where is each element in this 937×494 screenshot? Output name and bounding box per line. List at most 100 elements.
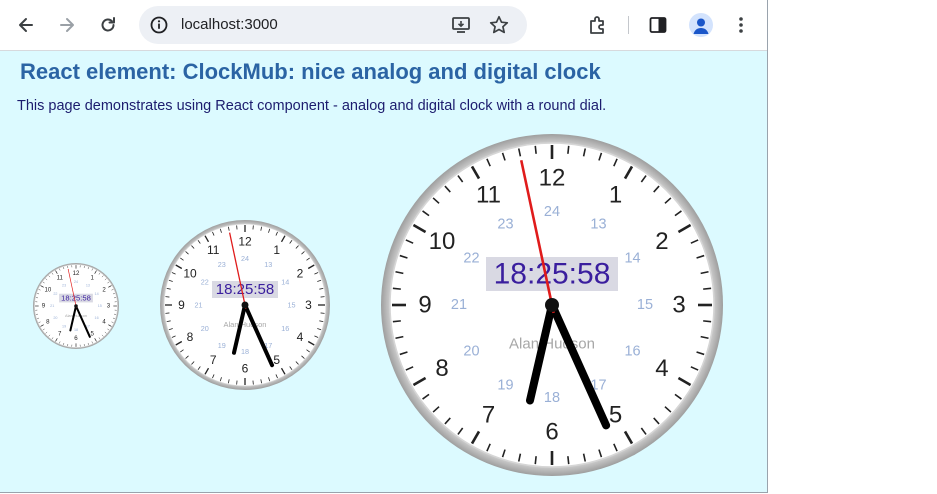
avatar[interactable]	[689, 13, 713, 37]
hour24-number: 14	[281, 277, 289, 286]
hour24-number: 21	[451, 297, 467, 313]
page-description: This page demonstrates using React compo…	[17, 98, 607, 114]
hour-number: 3	[107, 303, 111, 310]
hour24-number: 14	[624, 251, 640, 267]
hour-number: 9	[178, 298, 185, 312]
hour-number: 10	[44, 286, 51, 293]
hour-number: 6	[242, 362, 249, 376]
back-button[interactable]	[10, 9, 42, 41]
star-icon[interactable]	[488, 14, 510, 36]
hour-number: 12	[539, 165, 566, 192]
hour-number: 4	[655, 355, 668, 382]
hour24-number: 13	[590, 216, 606, 232]
clock-medium: 12 1 2 3 4 5 6 7 8 9 10 11 24 13 14 15 16 17 18 19 20 21 22 23 A…	[159, 219, 331, 391]
hour24-number: 18	[74, 328, 78, 332]
digital-time: 18:25:58	[494, 258, 611, 291]
hour-number: 2	[655, 228, 668, 255]
hour24-number: 20	[463, 344, 479, 360]
minute-tick	[703, 320, 712, 323]
minute-tick	[534, 456, 537, 465]
minute-tick	[567, 145, 570, 154]
hour-number: 6	[545, 419, 558, 446]
hour24-number: 19	[218, 341, 226, 350]
profile-icon	[693, 18, 709, 34]
forward-button[interactable]	[51, 9, 83, 41]
clock-center-cap	[74, 304, 78, 308]
hour-number: 7	[210, 353, 217, 367]
analog-clock-face: 121234567891011241314151617181920212223A…	[160, 220, 330, 390]
hour-number: 12	[73, 270, 80, 277]
hour-number: 12	[238, 235, 252, 249]
hour-number: 4	[102, 319, 106, 326]
install-app-icon[interactable]	[450, 14, 472, 36]
hour24-number: 18	[241, 347, 249, 356]
hour24-number: 16	[95, 316, 99, 320]
hour24-number: 19	[62, 325, 66, 329]
side-panel-button[interactable]	[642, 9, 674, 41]
toolbar-divider	[628, 16, 629, 34]
hour24-number: 16	[624, 344, 640, 360]
url-text[interactable]: localhost:3000	[181, 16, 278, 33]
hour24-number: 13	[86, 283, 90, 287]
analog-clock-face: 121234567891011241314151617181920212223A…	[381, 134, 723, 476]
hour-number: 11	[207, 243, 220, 257]
digital-time: 18:25:58	[216, 281, 274, 298]
reload-button[interactable]	[92, 9, 124, 41]
analog-clock-face: 121234567891011241314151617181920212223A…	[33, 263, 119, 349]
hour24-number: 23	[62, 283, 66, 287]
hour-number: 7	[58, 331, 62, 338]
hour-number: 8	[46, 319, 50, 326]
clock-small: 12 1 2 3 4 5 6 7 8 9 10 11 24 13 14 15 16 17 18 19 20 21 22 23 A…	[32, 262, 120, 350]
minute-tick	[392, 320, 401, 323]
hour24-number: 15	[637, 297, 653, 313]
info-icon[interactable]	[149, 15, 169, 35]
arrow-right-icon	[60, 18, 74, 32]
extensions-button[interactable]	[582, 9, 614, 41]
side-panel-icon	[649, 17, 667, 33]
hour24-number: 16	[281, 324, 289, 333]
browser-window: localhost:3000 React element: ClockMub: …	[0, 0, 768, 493]
hour-number: 2	[297, 266, 304, 280]
hour-number: 8	[435, 355, 448, 382]
page-title: React element: ClockMub: nice analog and…	[20, 59, 601, 84]
browser-toolbar: localhost:3000	[0, 0, 767, 51]
arrow-left-icon	[19, 18, 33, 32]
hour24-number: 22	[201, 277, 209, 286]
minute-tick	[534, 145, 537, 154]
hour-number: 1	[273, 243, 280, 257]
clock-center-cap	[545, 298, 559, 312]
hour24-number: 15	[287, 301, 295, 310]
hour24-number: 23	[497, 216, 513, 232]
hour-number: 1	[91, 274, 95, 281]
hour24-number: 18	[544, 390, 560, 406]
clock-owner-label: Alan Hudson	[509, 336, 595, 353]
hour-number: 11	[476, 182, 501, 209]
hour-number: 5	[91, 331, 95, 338]
page-content: React element: ClockMub: nice analog and…	[0, 51, 767, 492]
hour-number: 10	[429, 228, 456, 255]
clock-large: 12 1 2 3 4 5 6 7 8 9 10 11 24 13 14 15 16 17 18 19 20 21 22 23 A…	[380, 133, 724, 477]
menu-button[interactable]	[725, 9, 757, 41]
hour24-number: 13	[264, 260, 272, 269]
hour24-number: 21	[50, 304, 54, 308]
hour-number: 2	[102, 286, 106, 293]
hour-number: 3	[672, 292, 685, 319]
hour-number: 7	[482, 401, 495, 428]
hour-number: 10	[183, 266, 197, 280]
hour-number: 3	[305, 298, 312, 312]
clock-center-cap	[241, 301, 249, 309]
hour-number: 5	[273, 353, 280, 367]
hour24-number: 15	[98, 304, 102, 308]
minute-tick	[567, 456, 570, 465]
clock-owner-label: Alan Hudson	[224, 320, 267, 329]
hour24-number: 19	[497, 378, 513, 394]
clock-owner-label: Alan Hudson	[65, 314, 87, 318]
address-bar[interactable]: localhost:3000	[139, 6, 527, 44]
hour-number: 1	[609, 182, 622, 209]
minute-tick	[392, 287, 401, 290]
hour-number: 6	[74, 335, 78, 342]
hour24-number: 24	[241, 254, 249, 263]
hour24-number: 21	[194, 301, 202, 310]
reload-icon	[101, 17, 115, 32]
hour24-number: 24	[74, 280, 78, 284]
